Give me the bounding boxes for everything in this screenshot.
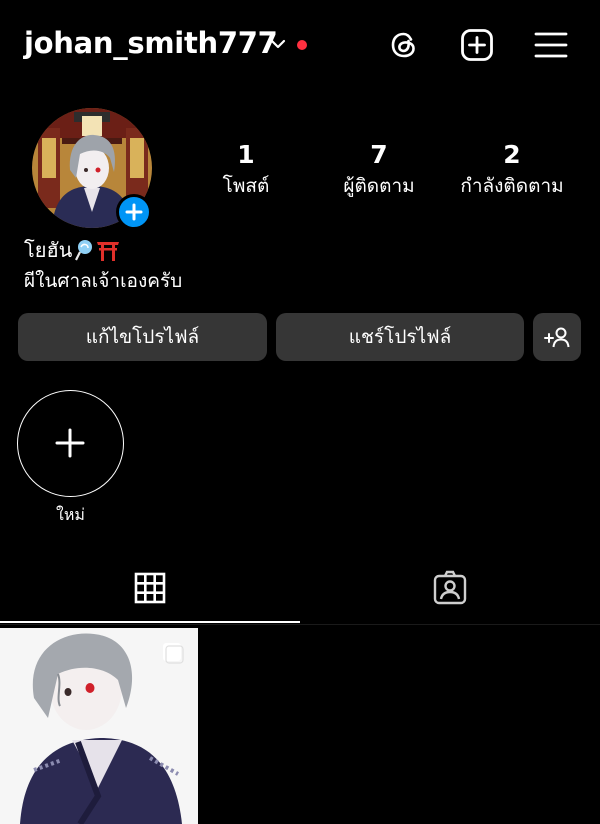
new-highlight-label: ใหม่ <box>56 505 85 524</box>
following-label: กำลังติดตาม <box>460 175 564 197</box>
top-bar: johan_smith777 <box>0 0 600 96</box>
add-story-icon[interactable] <box>116 194 152 230</box>
edit-profile-button[interactable]: แก้ไขโปรไฟล์ <box>18 313 267 361</box>
chevron-down-icon[interactable] <box>270 38 286 50</box>
tagged-icon <box>433 570 467 605</box>
posts-count[interactable]: 1 โพสต์ <box>181 140 311 200</box>
plus-icon <box>55 428 85 458</box>
grid-icon <box>134 572 166 604</box>
menu-icon[interactable] <box>534 28 568 62</box>
discover-people-button[interactable] <box>533 313 581 361</box>
posts-value: 1 <box>237 140 255 169</box>
followers-label: ผู้ติดตาม <box>343 175 415 197</box>
followers-value: 7 <box>370 140 388 169</box>
new-highlight-button[interactable] <box>17 390 124 497</box>
display-name-row: โยฮัน <box>24 237 120 263</box>
display-name: โยฮัน <box>24 238 73 262</box>
multiple-photos-icon <box>163 643 184 664</box>
lollipop-icon <box>75 240 93 261</box>
torii-icon <box>97 242 120 261</box>
tab-posts-grid[interactable] <box>0 552 300 624</box>
followers-count[interactable]: 7 ผู้ติดตาม <box>314 140 444 200</box>
username[interactable]: johan_smith777 <box>24 26 278 60</box>
threads-icon[interactable] <box>387 28 421 62</box>
create-post-icon[interactable] <box>460 28 494 62</box>
following-count[interactable]: 2 กำลังติดตาม <box>447 140 577 200</box>
following-value: 2 <box>503 140 521 169</box>
posts-label: โพสต์ <box>222 175 270 197</box>
tab-divider <box>0 624 600 625</box>
notification-dot <box>297 40 307 50</box>
share-profile-button[interactable]: แชร์โปรไฟล์ <box>276 313 524 361</box>
add-person-icon <box>544 327 570 348</box>
tab-tagged[interactable] <box>300 552 600 624</box>
bio-text: ผีในศาลเจ้าเองครับ <box>24 270 183 292</box>
active-tab-indicator <box>0 621 300 623</box>
